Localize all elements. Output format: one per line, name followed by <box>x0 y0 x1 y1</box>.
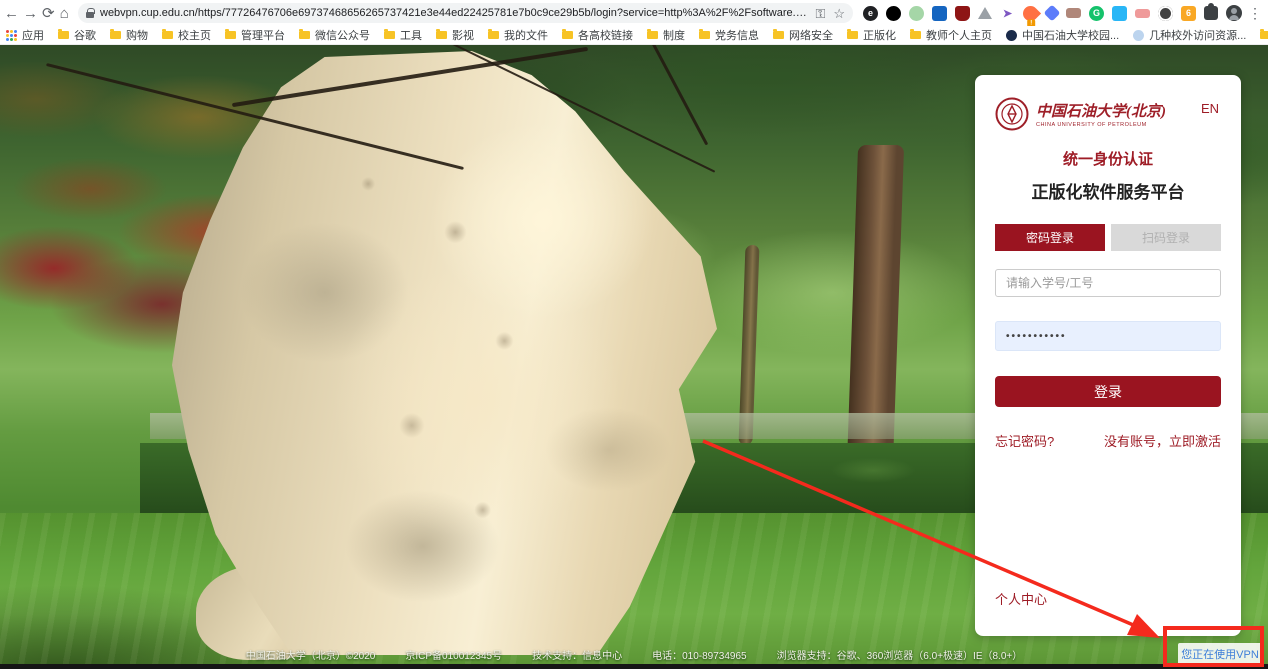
bookmarks-bar: 应用 谷歌 购物 校主页 管理平台 微信公众号 工具 影视 我的文件 各高校链接… <box>0 26 1268 45</box>
folder-icon <box>847 31 858 39</box>
footer-phone: 电话：010-89734965 <box>652 647 747 662</box>
bookmark-folder[interactable]: 谷歌 <box>58 27 96 43</box>
folder-icon <box>110 31 121 39</box>
folder-icon <box>488 31 499 39</box>
folder-icon <box>436 31 447 39</box>
bookmark-folder[interactable]: 工具 <box>384 27 422 43</box>
vpn-status-indicator[interactable]: 您正在使用VPN <box>1178 643 1262 665</box>
address-bar[interactable]: webvpn.cup.edu.cn/https/77726476706e6973… <box>78 3 853 23</box>
footer-copyright: 中国石油大学（北京）©2020 <box>246 647 376 662</box>
extension-icon-tabs[interactable] <box>1112 6 1127 21</box>
password-key-icon[interactable]: ⚿ <box>815 7 825 20</box>
extension-icon-red[interactable] <box>1135 9 1150 18</box>
university-name-zh: 中国石油大学(北京) <box>1036 104 1166 120</box>
folder-icon <box>699 31 710 39</box>
extension-icon-e[interactable]: e <box>863 6 878 21</box>
folder-icon <box>384 31 395 39</box>
extensions-menu-icon[interactable] <box>1204 6 1218 20</box>
platform-subtitle: 正版化软件服务平台 <box>995 178 1221 203</box>
forgot-password-link[interactable]: 忘记密码? <box>995 431 1054 450</box>
username-input[interactable] <box>995 269 1221 297</box>
extension-icon-blue-square[interactable] <box>932 6 947 21</box>
bookmark-folder[interactable]: 各高校链接 <box>562 27 633 43</box>
footer-support: 技术支持：信息中心 <box>532 647 622 662</box>
bookmark-folder[interactable]: 我的文件 <box>488 27 548 43</box>
bookmark-apps[interactable]: 应用 <box>6 27 44 43</box>
bookmark-folder[interactable]: 微信公众号 <box>299 27 370 43</box>
extension-icon-adguard[interactable] <box>955 6 970 21</box>
extensions-row: e ➤ ! G 6 <box>863 5 1242 21</box>
bookmark-folder[interactable]: 校主页 <box>162 27 211 43</box>
folder-icon <box>647 31 658 39</box>
tab-qrcode-login[interactable]: 扫码登录 <box>1111 224 1221 251</box>
bookmark-folder[interactable]: 党务信息 <box>699 27 759 43</box>
extension-icon-flame[interactable]: ! <box>1020 2 1041 23</box>
extension-icon-drive[interactable] <box>978 7 992 19</box>
activate-now-link[interactable]: 立即激活 <box>1169 434 1221 449</box>
extension-icon-foxit[interactable]: 6 <box>1181 6 1196 21</box>
bookmark-folder[interactable]: 制度 <box>647 27 685 43</box>
forward-button[interactable]: → <box>23 2 38 24</box>
home-button[interactable]: ⌂ <box>59 2 70 24</box>
back-button[interactable]: ← <box>4 2 19 24</box>
extension-icon-panda[interactable] <box>886 6 901 21</box>
folder-icon <box>225 31 236 39</box>
browser-toolbar: ← → ⟳ ⌂ webvpn.cup.edu.cn/https/77726476… <box>0 0 1268 26</box>
folder-icon <box>1260 31 1268 39</box>
footer-browsers: 浏览器支持：谷歌、360浏览器（6.0+极速）IE（8.0+） <box>777 647 1023 662</box>
extension-icon-spiral[interactable] <box>1158 6 1173 21</box>
page-footer: 中国石油大学（北京）©2020 京ICP备010012345号 技术支持：信息中… <box>0 647 1268 662</box>
login-links: 忘记密码? 没有账号，立即激活 <box>995 431 1221 450</box>
bookmark-folder[interactable]: 正版化 <box>847 27 896 43</box>
bookmark-folder[interactable]: 教师个人主页 <box>910 27 992 43</box>
folder-icon <box>562 31 573 39</box>
activate-group: 没有账号，立即激活 <box>1104 431 1221 450</box>
doc-favicon <box>1133 30 1144 41</box>
extension-icon-green[interactable] <box>909 6 924 21</box>
login-panel: EN 中国石油大学(北京) CHINA UNIVERSITY OF PETROL… <box>975 75 1241 636</box>
extension-icon-grammarly[interactable]: G <box>1089 6 1104 21</box>
extension-icon-cursor[interactable]: ➤ <box>1000 6 1015 21</box>
password-input[interactable] <box>995 321 1221 351</box>
globe-favicon <box>1006 30 1017 41</box>
bookmark-star-icon[interactable]: ☆ <box>833 7 845 20</box>
extension-icon-blue-arrow[interactable] <box>1044 5 1061 22</box>
folder-icon <box>910 31 921 39</box>
no-account-text: 没有账号， <box>1104 434 1169 449</box>
bookmark-folder[interactable]: 影视 <box>436 27 474 43</box>
university-emblem-icon <box>995 97 1029 131</box>
vpn-status-text: 您正在使用VPN <box>1181 646 1259 662</box>
auth-title: 统一身份认证 <box>995 148 1221 169</box>
bookmark-folder[interactable]: 资源 <box>1260 27 1268 43</box>
refresh-button[interactable]: ⟳ <box>42 2 55 24</box>
university-logo: 中国石油大学(北京) CHINA UNIVERSITY OF PETROLEUM <box>995 97 1221 131</box>
profile-avatar[interactable] <box>1226 5 1242 21</box>
bottom-strip <box>0 664 1268 669</box>
bookmark-site[interactable]: 几种校外访问资源... <box>1133 27 1246 43</box>
bookmark-site[interactable]: 中国石油大学校园... <box>1006 27 1119 43</box>
tab-password-login[interactable]: 密码登录 <box>995 224 1105 251</box>
bookmark-folder[interactable]: 管理平台 <box>225 27 285 43</box>
folder-icon <box>58 31 69 39</box>
url-text[interactable]: webvpn.cup.edu.cn/https/77726476706e6973… <box>100 7 807 19</box>
university-name-en: CHINA UNIVERSITY OF PETROLEUM <box>1036 122 1166 128</box>
bookmark-folder[interactable]: 网络安全 <box>773 27 833 43</box>
browser-menu-icon[interactable]: ⋮ <box>1248 5 1262 22</box>
personal-center-link[interactable]: 个人中心 <box>995 589 1047 608</box>
extension-icon-cam[interactable] <box>1066 8 1081 18</box>
login-tabs: 密码登录 扫码登录 <box>995 224 1221 251</box>
folder-icon <box>162 31 173 39</box>
folder-icon <box>299 31 310 39</box>
language-toggle[interactable]: EN <box>1201 101 1219 116</box>
secure-lock-icon[interactable] <box>86 9 94 18</box>
bookmark-folder[interactable]: 购物 <box>110 27 148 43</box>
login-button[interactable]: 登录 <box>995 376 1221 407</box>
apps-grid-icon <box>6 30 17 41</box>
footer-icp: 京ICP备010012345号 <box>405 647 502 662</box>
folder-icon <box>773 31 784 39</box>
